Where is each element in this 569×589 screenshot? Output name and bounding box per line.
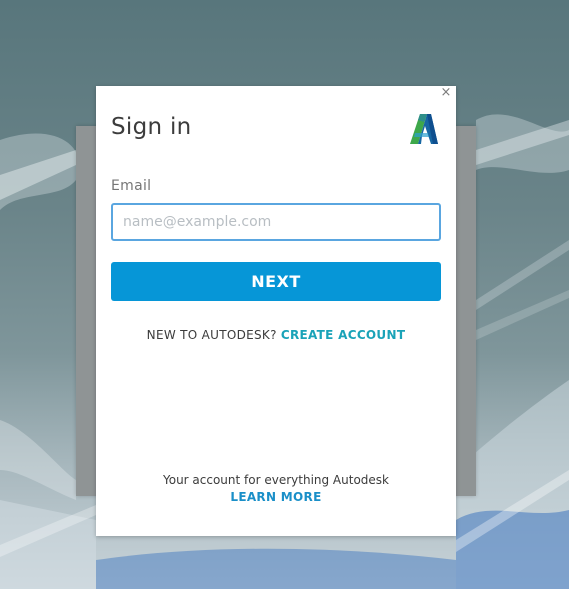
signup-prompt: NEW TO AUTODESK?	[146, 328, 281, 342]
autodesk-logo-icon	[410, 114, 438, 144]
sign-in-dialog: × Sign in Email NEXT NEW TO AUTODESK? CR…	[96, 86, 456, 536]
email-field[interactable]	[111, 203, 441, 241]
next-button[interactable]: NEXT	[111, 262, 441, 301]
email-label: Email	[111, 178, 152, 194]
account-tagline: Your account for everything Autodesk	[162, 473, 389, 487]
learn-more-link[interactable]: LEARN MORE	[96, 490, 456, 504]
create-account-link[interactable]: CREATE ACCOUNT	[281, 328, 405, 342]
dialog-title: Sign in	[111, 114, 192, 140]
signup-row: NEW TO AUTODESK? CREATE ACCOUNT	[96, 328, 456, 342]
close-icon[interactable]: ×	[439, 86, 453, 100]
